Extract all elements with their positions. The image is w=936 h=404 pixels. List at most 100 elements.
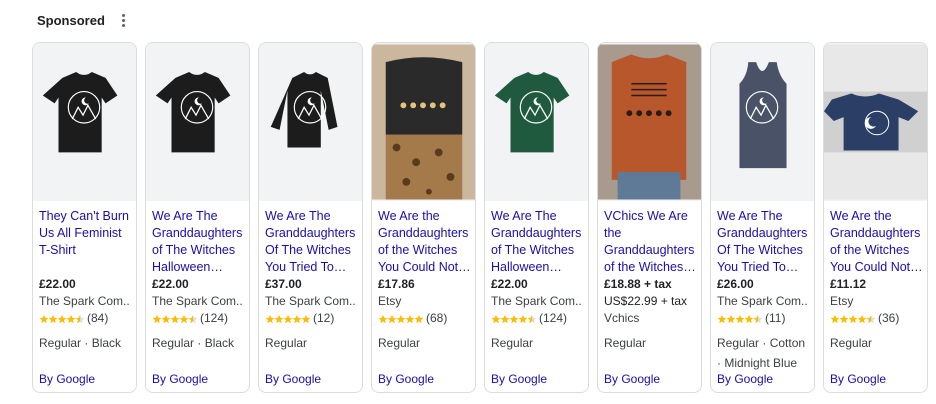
star-icon bbox=[414, 314, 424, 323]
product-card[interactable]: We Are the Granddaughters of the Witches… bbox=[823, 42, 928, 393]
by-google-link[interactable]: By Google bbox=[378, 372, 434, 386]
product-image-container[interactable] bbox=[824, 43, 927, 201]
by-google-link[interactable]: By Google bbox=[265, 372, 321, 386]
product-price: £26.00 bbox=[717, 277, 754, 291]
product-card[interactable]: VChics We Are the Granddaughters of the … bbox=[597, 42, 702, 393]
product-image-container[interactable] bbox=[259, 43, 362, 201]
product-image-container[interactable] bbox=[33, 43, 136, 201]
product-card[interactable]: They Can't Burn Us All Feminist T-Shirt £… bbox=[32, 42, 137, 393]
product-image bbox=[711, 44, 814, 200]
product-alt-price: US$22.99 + tax bbox=[604, 294, 688, 308]
product-image bbox=[372, 44, 475, 200]
product-image-container[interactable] bbox=[485, 43, 588, 201]
product-details: We Are the Granddaughters of the Witches… bbox=[830, 208, 923, 392]
product-rating: (124) bbox=[491, 310, 584, 327]
product-attributes: Regular bbox=[378, 336, 421, 350]
product-rating: (36) bbox=[830, 310, 923, 327]
product-rating: (68) bbox=[378, 310, 471, 327]
by-google-link[interactable]: By Google bbox=[491, 372, 547, 386]
by-google-link[interactable]: By Google bbox=[39, 372, 95, 386]
product-details: We Are the Granddaughters of the Witches… bbox=[378, 208, 471, 392]
merchant-name: Etsy bbox=[378, 294, 402, 308]
product-card[interactable]: We Are The Granddaughters of The Witches… bbox=[145, 42, 250, 393]
product-attributes: Regular · Black bbox=[152, 336, 235, 350]
by-google-link[interactable]: By Google bbox=[717, 372, 773, 386]
star-icon bbox=[866, 314, 876, 323]
product-image-container[interactable] bbox=[598, 43, 701, 201]
product-title[interactable]: We Are The Granddaughters of The Witches… bbox=[152, 208, 245, 276]
merchant-name: The Spark Com.. bbox=[152, 294, 243, 308]
product-rating: (84) bbox=[39, 310, 132, 327]
star-icon bbox=[527, 314, 537, 323]
product-price: £22.00 bbox=[152, 277, 189, 291]
product-image-container[interactable] bbox=[146, 43, 249, 201]
review-count: (124) bbox=[200, 311, 229, 325]
product-details: We Are The Granddaughters Of The Witches… bbox=[265, 208, 358, 392]
review-count: (36) bbox=[878, 311, 900, 325]
product-rating: (124) bbox=[152, 310, 245, 327]
sponsored-header: Sponsored bbox=[37, 12, 131, 28]
merchant-name: The Spark Com.. bbox=[265, 294, 356, 308]
product-image bbox=[259, 44, 362, 200]
product-attributes: Regular · Cotton · Midnight Blue bbox=[717, 336, 806, 370]
product-image bbox=[598, 44, 701, 200]
product-price: £37.00 bbox=[265, 277, 302, 291]
product-card[interactable]: We Are the Granddaughters of the Witches… bbox=[371, 42, 476, 393]
product-details: They Can't Burn Us All Feminist T-Shirt £… bbox=[39, 208, 132, 392]
star-icon bbox=[753, 314, 763, 323]
review-count: (84) bbox=[87, 311, 109, 325]
star-rating-icons bbox=[39, 314, 85, 324]
product-details: VChics We Are the Granddaughters of the … bbox=[604, 208, 697, 392]
product-title[interactable]: We Are the Granddaughters of the Witches… bbox=[378, 208, 471, 276]
product-image bbox=[485, 44, 588, 200]
product-price: £17.86 bbox=[378, 277, 415, 291]
star-icon bbox=[188, 314, 198, 323]
product-price: £18.88 + tax bbox=[604, 277, 672, 291]
product-attributes: Regular bbox=[491, 336, 534, 350]
product-image bbox=[824, 44, 927, 200]
product-attributes: Regular bbox=[604, 336, 647, 350]
by-google-link[interactable]: By Google bbox=[152, 372, 208, 386]
star-rating-icons bbox=[378, 314, 424, 324]
product-title[interactable]: We Are The Granddaughters Of The Witches… bbox=[265, 208, 358, 276]
product-rating: (11) bbox=[717, 310, 810, 327]
product-card[interactable]: We Are The Granddaughters of The Witches… bbox=[484, 42, 589, 393]
merchant-name: Etsy bbox=[830, 294, 854, 308]
product-card[interactable]: We Are The Granddaughters Of The Witches… bbox=[258, 42, 363, 393]
product-details: We Are The Granddaughters Of The Witches… bbox=[717, 208, 810, 392]
product-attributes: Regular bbox=[830, 336, 873, 350]
merchant-name: The Spark Com.. bbox=[491, 294, 582, 308]
review-count: (124) bbox=[539, 311, 568, 325]
product-image-container[interactable] bbox=[372, 43, 475, 201]
more-vert-icon[interactable] bbox=[117, 12, 131, 28]
star-icon bbox=[75, 314, 85, 323]
merchant-name: Vchics bbox=[604, 311, 640, 325]
merchant-name: The Spark Com.. bbox=[717, 294, 808, 308]
product-card[interactable]: We Are The Granddaughters Of The Witches… bbox=[710, 42, 815, 393]
by-google-link[interactable]: By Google bbox=[830, 372, 886, 386]
product-title[interactable]: We Are the Granddaughters of the Witches… bbox=[830, 208, 923, 276]
review-count: (11) bbox=[765, 311, 786, 325]
product-title[interactable]: We Are The Granddaughters of The Witches… bbox=[491, 208, 584, 276]
star-rating-icons bbox=[491, 314, 537, 324]
product-title[interactable]: They Can't Burn Us All Feminist T-Shirt bbox=[39, 208, 132, 276]
review-count: (12) bbox=[313, 311, 335, 325]
sponsored-label: Sponsored bbox=[37, 12, 105, 28]
star-rating-icons bbox=[265, 314, 311, 324]
product-details: We Are The Granddaughters of The Witches… bbox=[152, 208, 245, 392]
product-price: £11.12 bbox=[830, 277, 867, 291]
star-rating-icons bbox=[830, 314, 876, 324]
review-count: (68) bbox=[426, 311, 448, 325]
star-rating-icons bbox=[152, 314, 198, 324]
product-image-container[interactable] bbox=[711, 43, 814, 201]
product-image bbox=[146, 44, 249, 200]
product-details: We Are The Granddaughters of The Witches… bbox=[491, 208, 584, 392]
star-icon bbox=[301, 314, 311, 323]
product-attributes: Regular · Black bbox=[39, 336, 122, 350]
by-google-link[interactable]: By Google bbox=[604, 372, 660, 386]
product-title[interactable]: VChics We Are the Granddaughters of the … bbox=[604, 208, 697, 276]
product-title[interactable]: We Are The Granddaughters Of The Witches… bbox=[717, 208, 810, 276]
product-image bbox=[33, 44, 136, 200]
merchant-name: The Spark Com.. bbox=[39, 294, 130, 308]
product-attributes: Regular bbox=[265, 336, 308, 350]
